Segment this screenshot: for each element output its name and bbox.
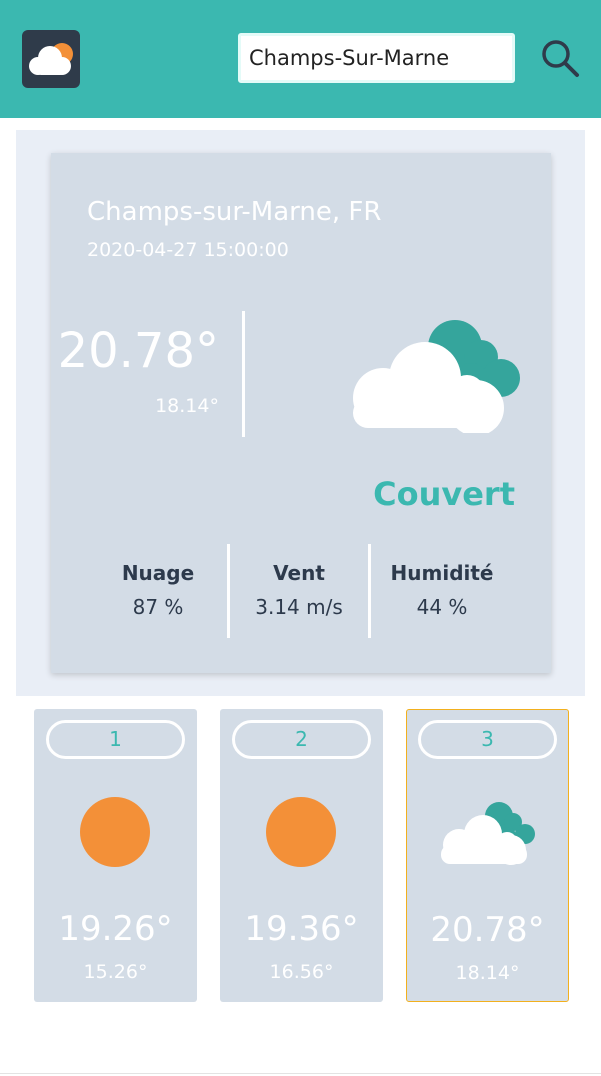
forecast-card-3[interactable]: 3 20.78° 18.14° bbox=[406, 709, 569, 1002]
day-label: 1 bbox=[46, 720, 185, 759]
cloud-sun-icon bbox=[29, 43, 73, 75]
forecast-temperature: 19.36° bbox=[244, 909, 359, 949]
stat-value: 87 % bbox=[132, 595, 184, 619]
forecast-temperature: 20.78° bbox=[430, 910, 545, 950]
forecast-card-2[interactable]: 2 19.36° 16.56° bbox=[220, 709, 383, 1002]
forecast-min-temperature: 16.56° bbox=[269, 961, 334, 983]
search-button[interactable] bbox=[538, 36, 582, 80]
cloud-overcast-icon bbox=[353, 320, 520, 433]
current-temperature: 20.78° bbox=[57, 323, 219, 379]
current-min-temperature: 18.14° bbox=[155, 395, 219, 417]
stat-wind: Vent 3.14 m/s bbox=[233, 561, 365, 619]
sun-icon bbox=[266, 797, 336, 867]
location-name: Champs-sur-Marne, FR bbox=[87, 197, 382, 227]
date-time: 2020-04-27 15:00:00 bbox=[87, 239, 289, 261]
stat-value: 3.14 m/s bbox=[255, 595, 343, 619]
stat-cloud: Nuage 87 % bbox=[93, 561, 223, 619]
app-logo[interactable] bbox=[22, 30, 80, 88]
search-icon bbox=[542, 40, 579, 77]
current-weather-card: Champs-sur-Marne, FR 2020-04-27 15:00:00… bbox=[51, 153, 551, 673]
app-header bbox=[0, 0, 601, 118]
forecast-min-temperature: 18.14° bbox=[455, 962, 520, 984]
stat-humidity: Humidité 44 % bbox=[373, 561, 511, 619]
stat-label: Nuage bbox=[121, 561, 195, 585]
stat-label: Humidité bbox=[390, 561, 494, 585]
sun-icon bbox=[80, 797, 150, 867]
day-label: 3 bbox=[418, 720, 557, 759]
day-label: 2 bbox=[232, 720, 371, 759]
forecast-temperature: 19.26° bbox=[58, 909, 173, 949]
divider bbox=[227, 544, 230, 638]
weather-condition: Couvert bbox=[373, 475, 515, 513]
divider bbox=[368, 544, 371, 638]
divider bbox=[242, 311, 245, 437]
stat-label: Vent bbox=[273, 561, 325, 585]
forecast-card-1[interactable]: 1 19.26° 15.26° bbox=[34, 709, 197, 1002]
search-input[interactable] bbox=[238, 33, 515, 83]
cloud-overcast-icon bbox=[441, 802, 535, 865]
stat-value: 44 % bbox=[416, 595, 468, 619]
divider bbox=[0, 1073, 601, 1074]
forecast-min-temperature: 15.26° bbox=[83, 961, 148, 983]
